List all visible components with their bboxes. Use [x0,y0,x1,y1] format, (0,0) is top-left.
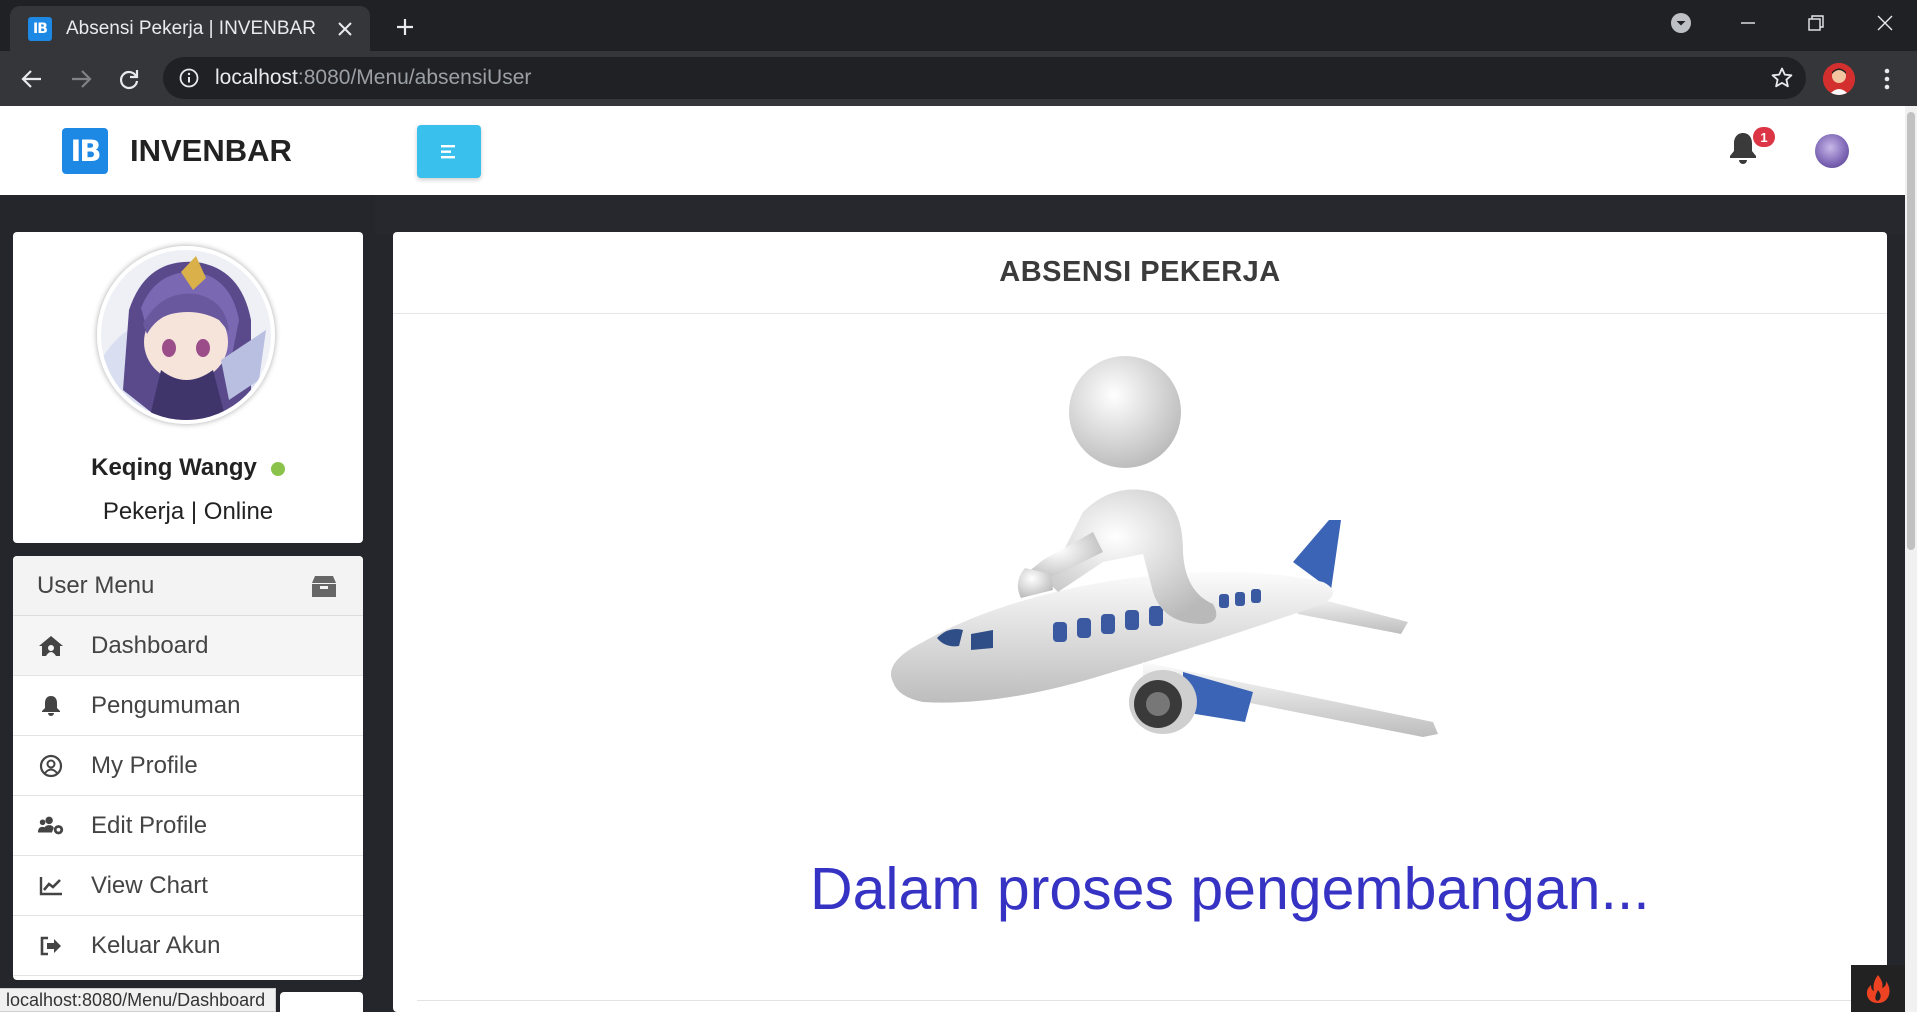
browser-profile-avatar[interactable] [1823,63,1855,95]
reload-icon[interactable] [113,63,145,95]
web-page: IB INVENBAR 1 Keqing Wangy Pekerja | Onl… [0,106,1905,1012]
tab-close-icon[interactable] [332,16,358,42]
chart-line-icon [37,872,65,900]
bookmark-star-icon[interactable] [1770,66,1794,90]
content-card: ABSENSI PEKERJA Dalam proses pengembanga… [393,232,1887,1012]
profile-card: Keqing Wangy Pekerja | Online [13,232,363,543]
user-menu-header: User Menu [13,556,363,616]
profile-avatar-image [97,246,275,424]
user-menu: User Menu Dashboard Pengumuman My Profil… [13,556,363,980]
back-arrow-icon[interactable] [16,63,48,95]
browser-toolbar: localhost:8080/Menu/absensiUser [0,51,1917,106]
tab-search-icon[interactable] [1651,0,1711,46]
airplane-illustration [853,342,1473,742]
menu-label-pengumuman: Pengumuman [91,691,241,719]
content-divider [417,1000,1863,1001]
brand-logo-icon: IB [62,127,108,174]
browser-tabstrip: IB Absensi Pekerja | INVENBAR [0,0,1917,51]
user-name-text: Keqing Wangy [91,454,257,481]
user-circle-icon [37,752,65,780]
menu-item-dashboard[interactable]: Dashboard [13,616,363,676]
users-cog-icon [37,812,65,840]
menu-label-view-chart: View Chart [91,871,208,899]
sidebar-card-partial [280,992,363,1012]
align-left-icon [441,144,455,158]
tab-favicon-icon: IB [28,16,52,41]
url-host: localhost [215,66,298,89]
user-role: Pekerja | Online [102,498,274,525]
url-path: :8080/Menu/absensiUser [297,66,532,89]
menu-item-my-profile[interactable]: My Profile [13,736,363,796]
menu-label-edit-profile: Edit Profile [91,811,208,839]
notification-count-badge: 1 [1753,127,1775,147]
page-title: ABSENSI PEKERJA [393,232,1887,314]
restore-icon[interactable] [1786,0,1846,46]
menu-item-edit-profile[interactable]: Edit Profile [13,796,363,856]
menu-item-pengumuman[interactable]: Pengumuman [13,676,363,736]
new-tab-button[interactable] [390,12,420,42]
user-menu-title: User Menu [37,571,155,599]
menu-label-dashboard: Dashboard [91,631,209,659]
url-text: localhost:8080/Menu/absensiUser [215,66,531,90]
menu-label-keluar-akun: Keluar Akun [91,931,221,959]
brand-name: INVENBAR [130,132,292,168]
codeigniter-flame-icon[interactable] [1851,965,1905,1012]
box-icon [311,574,337,598]
brand[interactable]: IB INVENBAR [0,106,375,195]
address-bar[interactable]: localhost:8080/Menu/absensiUser [163,57,1806,99]
browser-menu-icon[interactable] [1875,63,1899,95]
status-bar-url: localhost:8080/Menu/Dashboard [0,988,277,1012]
user-name: Keqing Wangy [13,454,363,482]
menu-label-my-profile: My Profile [91,751,198,779]
development-message: Dalam proses pengembangan... [810,856,1650,922]
bell-icon [37,692,65,720]
home-icon [37,632,65,660]
header-shadow [375,195,1905,235]
site-info-icon[interactable] [179,68,199,88]
menu-item-keluar-akun[interactable]: Keluar Akun [13,916,363,976]
minimize-icon[interactable] [1718,0,1778,46]
menu-item-view-chart[interactable]: View Chart [13,856,363,916]
sign-out-icon [37,932,65,960]
page-scrollbar-thumb[interactable] [1907,112,1915,550]
forward-arrow-icon[interactable] [65,63,97,95]
browser-tab[interactable]: IB Absensi Pekerja | INVENBAR [10,6,370,51]
sidebar-toggle-button[interactable] [417,125,481,178]
close-window-icon[interactable] [1855,0,1915,46]
online-status-dot [270,461,285,476]
tab-title: Absensi Pekerja | INVENBAR [66,17,316,39]
user-avatar-small[interactable] [1815,134,1849,168]
app-topbar: IB INVENBAR 1 [0,106,1905,195]
